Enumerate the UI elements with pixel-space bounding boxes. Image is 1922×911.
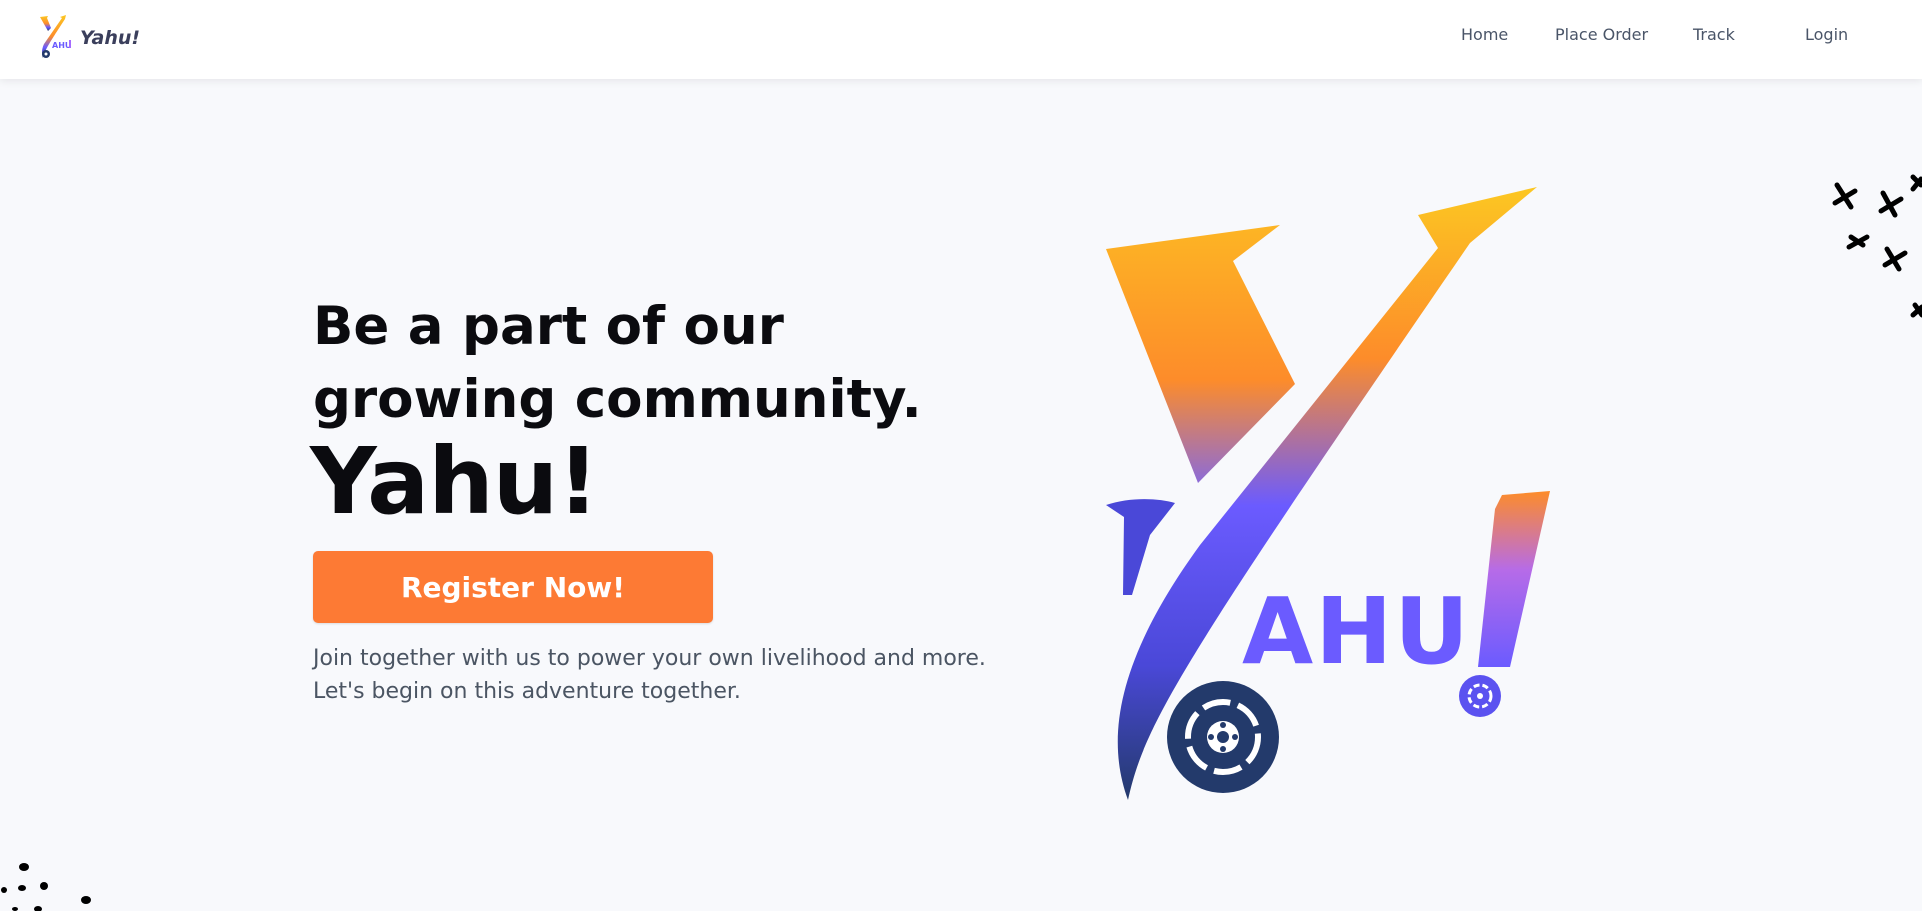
decorative-birds-icon: [1832, 174, 1922, 318]
hero-description-line-2: Let's begin on this adventure together.: [313, 679, 741, 704]
nav-home-link[interactable]: Home: [1461, 25, 1508, 44]
hero-description-line-1: Join together with us to power your own …: [313, 646, 986, 671]
decorative-dots-icon: [1, 863, 91, 911]
nav-links: Home Place Order Track Login: [0, 0, 1922, 79]
big-wheel-icon: [1167, 681, 1279, 793]
small-wheel-icon: [1459, 675, 1501, 717]
nav-place-order-link[interactable]: Place Order: [1555, 25, 1648, 44]
hero-description: Join together with us to power your own …: [313, 642, 1033, 708]
hero-brand-name: Yahu!: [310, 428, 599, 535]
nav-track-link[interactable]: Track: [1693, 25, 1735, 44]
nav-login-link[interactable]: Login: [1805, 25, 1848, 44]
logo-wordmark: AHU: [1242, 578, 1471, 685]
register-now-button[interactable]: Register Now!: [313, 551, 713, 623]
navbar: AHU Yahu! Home Place Order Track Login: [0, 0, 1922, 79]
hero-title: Be a part of our growing community.: [313, 296, 922, 430]
yahu-logo-illustration: AHU: [1106, 187, 1550, 800]
